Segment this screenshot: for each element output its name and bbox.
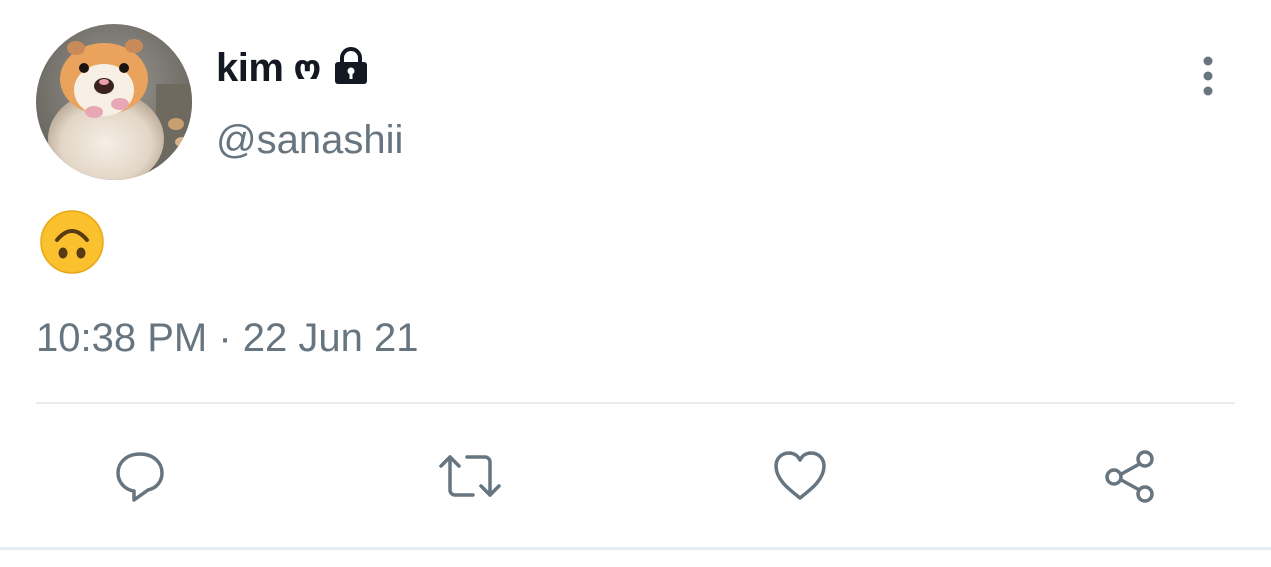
divider [0, 547, 1271, 550]
display-name-text: kim [216, 45, 284, 90]
hamster-avatar-image [36, 24, 192, 180]
author-display-name[interactable]: kim ო [216, 40, 369, 96]
author-handle[interactable]: @sanashii [216, 118, 403, 163]
share-icon [1105, 450, 1154, 503]
tweet-actions-bar [0, 438, 1271, 514]
upside-down-face-emoji-icon [40, 210, 104, 274]
lock-icon [333, 46, 369, 90]
more-options-button[interactable] [1188, 52, 1228, 100]
divider [36, 402, 1235, 404]
share-button[interactable] [1092, 438, 1168, 514]
reply-icon [116, 452, 164, 502]
like-button[interactable] [762, 438, 838, 514]
retweet-button[interactable] [432, 438, 508, 514]
more-vertical-icon [1203, 56, 1213, 96]
retweet-icon [439, 455, 501, 497]
display-name-glyph: ო [293, 48, 322, 88]
heart-icon [774, 451, 826, 500]
tweet-body [40, 210, 104, 274]
reply-button[interactable] [102, 438, 178, 514]
avatar[interactable] [36, 24, 192, 180]
tweet-timestamp[interactable]: 10:38 PM · 22 Jun 21 [36, 316, 418, 361]
